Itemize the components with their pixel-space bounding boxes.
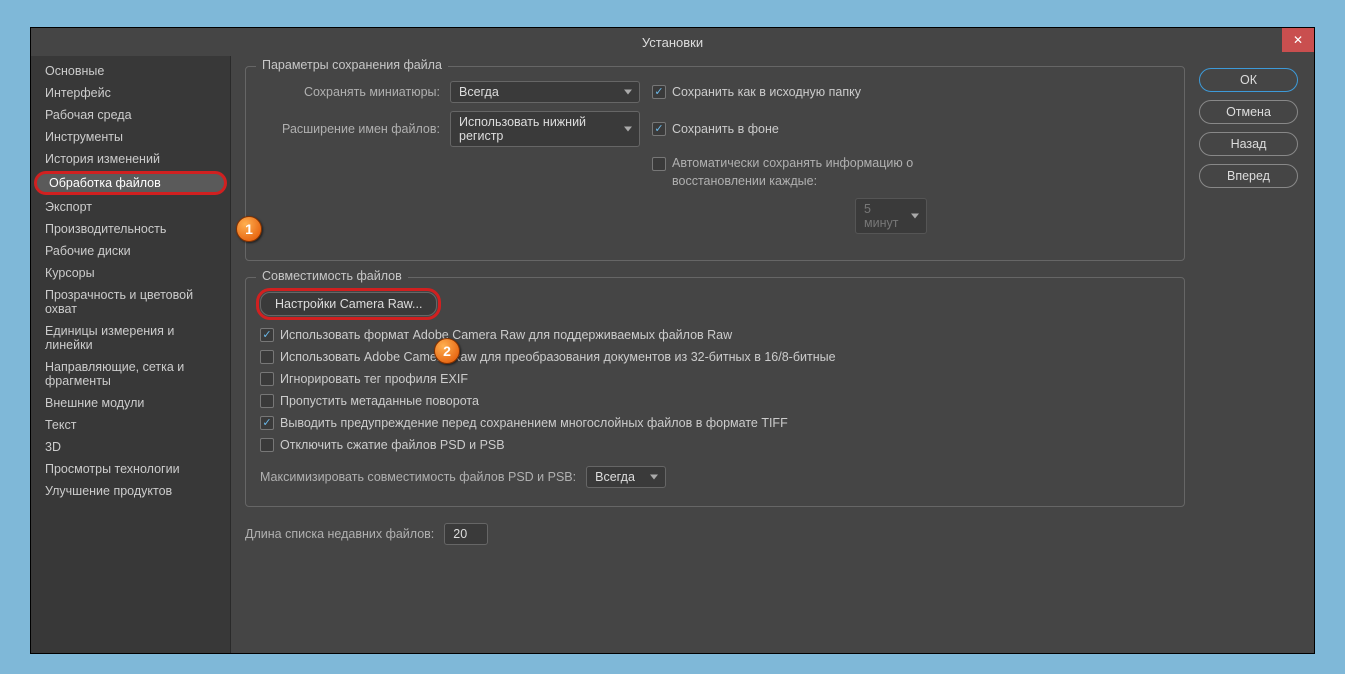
ignore-exif-checkbox[interactable]: Игнорировать тег профиля EXIF — [260, 372, 1170, 386]
max-compat-select[interactable]: Всегда — [586, 466, 666, 488]
sidebar-item-type[interactable]: Текст — [31, 414, 230, 436]
dialog-body: 1 2 Основные Интерфейс Рабочая среда Инс… — [31, 56, 1314, 653]
close-icon: ✕ — [1293, 33, 1303, 47]
sidebar-item-transparency[interactable]: Прозрачность и цветовой охват — [31, 284, 230, 320]
forward-button[interactable]: Вперед — [1199, 164, 1298, 188]
save-background-checkbox[interactable]: Сохранить в фоне — [652, 122, 779, 136]
checkbox-icon — [260, 394, 274, 408]
sidebar-item-3d[interactable]: 3D — [31, 436, 230, 458]
recent-files-label: Длина списка недавних файлов: — [245, 527, 444, 541]
thumb-label: Сохранять миниатюры: — [260, 85, 450, 99]
skip-rotation-checkbox[interactable]: Пропустить метаданные поворота — [260, 394, 1170, 408]
sidebar: Основные Интерфейс Рабочая среда Инструм… — [31, 56, 231, 653]
thumb-select[interactable]: Всегда — [450, 81, 640, 103]
use-adobe-raw-checkbox[interactable]: Использовать формат Adobe Camera Raw для… — [260, 328, 1170, 342]
auto-recover-checkbox[interactable]: Автоматически сохранять информацию о вос… — [652, 155, 932, 190]
close-button[interactable]: ✕ — [1282, 28, 1314, 52]
tiff-warn-checkbox[interactable]: Выводить предупреждение перед сохранение… — [260, 416, 1170, 430]
cancel-button[interactable]: Отмена — [1199, 100, 1298, 124]
checkbox-icon — [260, 350, 274, 364]
ext-select[interactable]: Использовать нижний регистр — [450, 111, 640, 147]
auto-recover-interval-select[interactable]: 5 минут — [855, 198, 927, 234]
save-original-checkbox[interactable]: Сохранить как в исходную папку — [652, 85, 861, 99]
back-button[interactable]: Назад — [1199, 132, 1298, 156]
file-saving-legend: Параметры сохранения файла — [256, 58, 448, 72]
checkbox-icon — [652, 157, 666, 171]
checkbox-icon — [652, 122, 666, 136]
camera-raw-settings-button[interactable]: Настройки Camera Raw... — [260, 292, 437, 316]
sidebar-item-history[interactable]: История изменений — [31, 148, 230, 170]
titlebar: Установки ✕ — [31, 28, 1314, 56]
checkbox-icon — [260, 372, 274, 386]
action-column: ОК Отмена Назад Вперед — [1199, 56, 1314, 653]
callout-badge-2: 2 — [434, 338, 460, 364]
sidebar-item-guides[interactable]: Направляющие, сетка и фрагменты — [31, 356, 230, 392]
sidebar-item-file-handling[interactable]: Обработка файлов — [35, 172, 226, 194]
sidebar-item-product-improvement[interactable]: Улучшение продуктов — [31, 480, 230, 502]
main-panel: Параметры сохранения файла Сохранять мин… — [231, 56, 1199, 653]
file-compat-fieldset: Совместимость файлов Настройки Camera Ra… — [245, 277, 1185, 507]
disable-psd-comp-checkbox[interactable]: Отключить сжатие файлов PSD и PSB — [260, 438, 1170, 452]
window-title: Установки — [642, 35, 703, 50]
sidebar-item-general[interactable]: Основные — [31, 60, 230, 82]
sidebar-item-interface[interactable]: Интерфейс — [31, 82, 230, 104]
sidebar-item-cursors[interactable]: Курсоры — [31, 262, 230, 284]
sidebar-item-workspace[interactable]: Рабочая среда — [31, 104, 230, 126]
use-adobe-raw-32-checkbox[interactable]: Использовать Adobe Camera Raw для преобр… — [260, 350, 1170, 364]
checkbox-icon — [652, 85, 666, 99]
checkbox-icon — [260, 328, 274, 342]
callout-badge-1: 1 — [236, 216, 262, 242]
recent-files-input[interactable] — [444, 523, 488, 545]
sidebar-item-units[interactable]: Единицы измерения и линейки — [31, 320, 230, 356]
file-saving-fieldset: Параметры сохранения файла Сохранять мин… — [245, 66, 1185, 261]
sidebar-item-tech-previews[interactable]: Просмотры технологии — [31, 458, 230, 480]
sidebar-item-performance[interactable]: Производительность — [31, 218, 230, 240]
preferences-window: Установки ✕ 1 2 Основные Интерфейс Рабоч… — [30, 27, 1315, 654]
file-compat-legend: Совместимость файлов — [256, 269, 408, 283]
sidebar-item-export[interactable]: Экспорт — [31, 196, 230, 218]
ok-button[interactable]: ОК — [1199, 68, 1298, 92]
checkbox-icon — [260, 416, 274, 430]
sidebar-item-plugins[interactable]: Внешние модули — [31, 392, 230, 414]
max-compat-label: Максимизировать совместимость файлов PSD… — [260, 470, 586, 484]
sidebar-item-scratch-disks[interactable]: Рабочие диски — [31, 240, 230, 262]
checkbox-icon — [260, 438, 274, 452]
ext-label: Расширение имен файлов: — [260, 122, 450, 136]
sidebar-item-tools[interactable]: Инструменты — [31, 126, 230, 148]
